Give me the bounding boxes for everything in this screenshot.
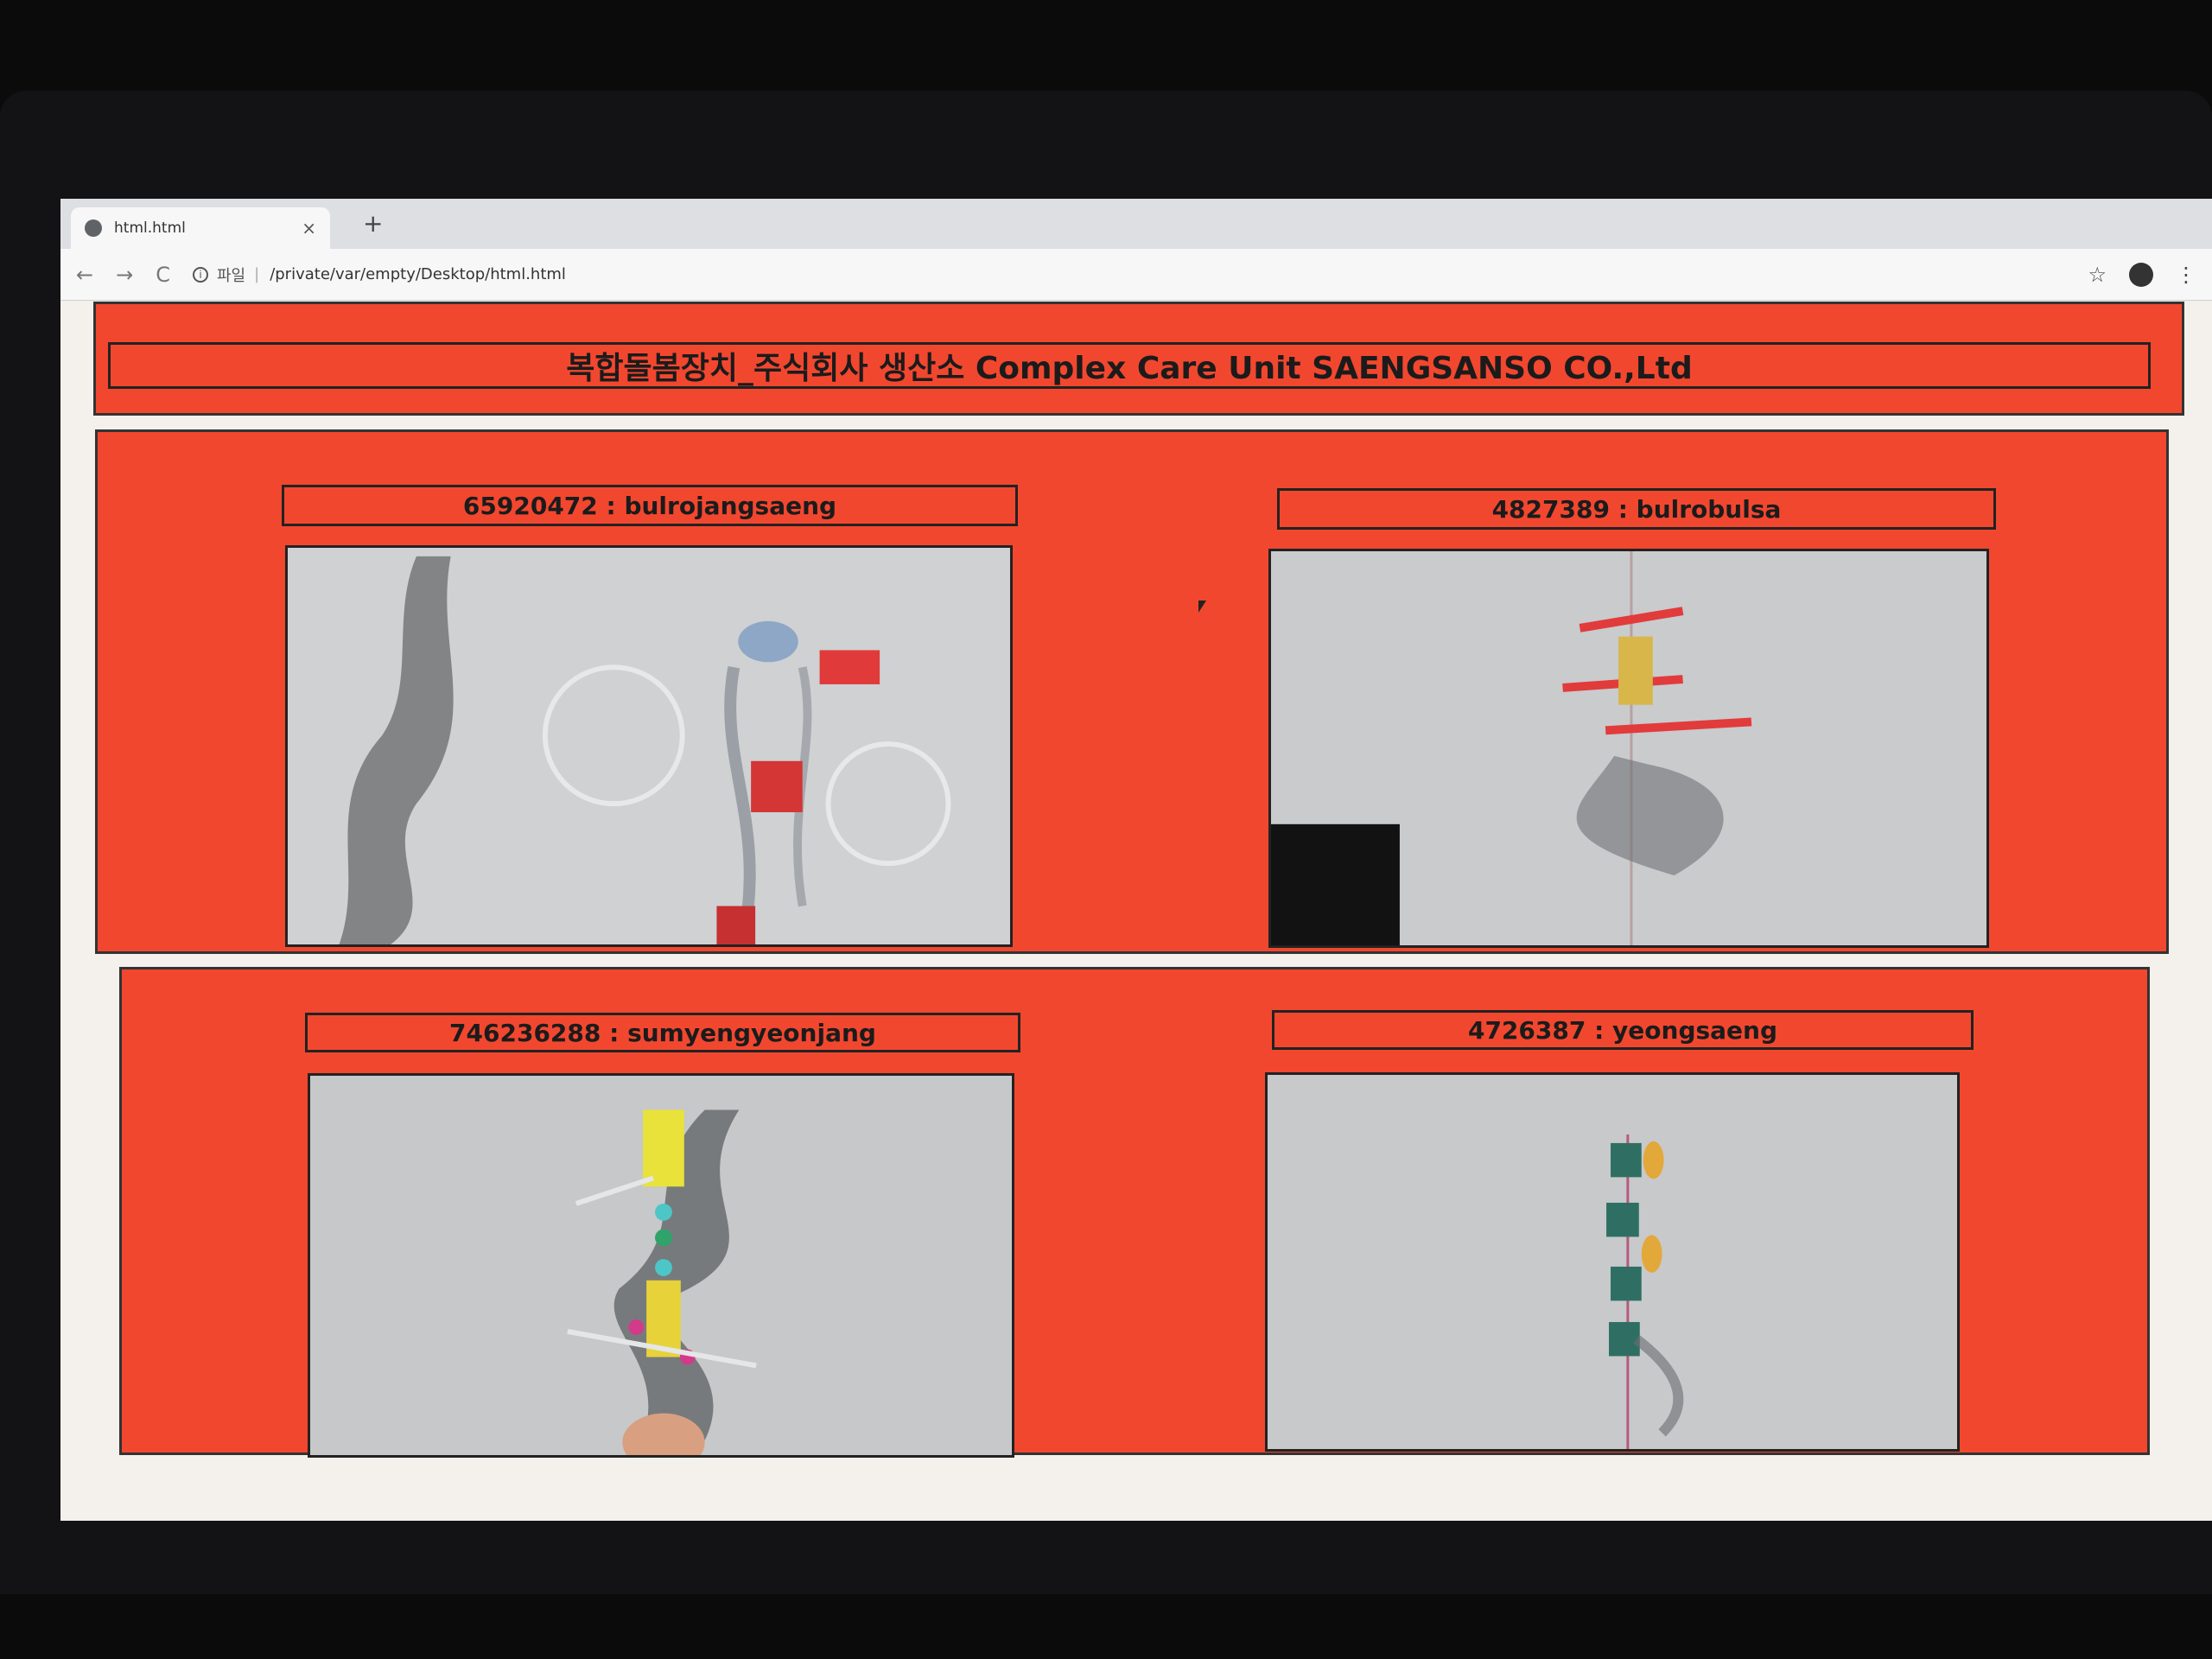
close-tab-icon[interactable]: ×	[302, 218, 316, 238]
address-separator: |	[254, 265, 260, 283]
item-caption-3: 746236288 : sumyengyeonjang	[305, 1013, 1020, 1052]
tab-strip: html.html × +	[60, 199, 2212, 249]
item-photo-4[interactable]	[1265, 1072, 1960, 1452]
page-title: 복합돌봄장치_주식회사 생산소 Complex Care Unit SAENGS…	[108, 342, 2151, 389]
header-box: 복합돌봄장치_주식회사 생산소 Complex Care Unit SAENGS…	[93, 302, 2184, 416]
item-caption-4: 4726387 : yeongsaeng	[1272, 1010, 1974, 1050]
browser-toolbar: ← → C i 파일 | /private/var/empty/Desktop/…	[60, 249, 2212, 301]
item-photo-3[interactable]	[308, 1073, 1014, 1458]
item-photo-1[interactable]	[285, 545, 1013, 947]
new-tab-button[interactable]: +	[363, 209, 383, 238]
page-content: 복합돌봄장치_주식회사 생산소 Complex Care Unit SAENGS…	[60, 302, 2212, 1521]
item-caption-1: 65920472 : bulrojangsaeng	[282, 485, 1018, 526]
reload-button[interactable]: C	[156, 263, 170, 287]
address-bar[interactable]: i 파일 | /private/var/empty/Desktop/html.h…	[192, 264, 566, 286]
info-icon[interactable]: i	[192, 266, 208, 283]
item-photo-2[interactable]	[1268, 549, 1989, 948]
address-scheme-label: 파일	[216, 266, 246, 285]
bookmark-star-icon[interactable]: ☆	[2088, 263, 2107, 287]
menu-icon[interactable]: ⋮	[2176, 263, 2196, 287]
tab-title: html.html	[114, 219, 186, 237]
browser-window: html.html × + ← → C i 파일 | /private/var/…	[60, 199, 2212, 1521]
item-caption-2: 4827389 : bulrobulsa	[1277, 488, 1996, 530]
back-button[interactable]: ←	[76, 263, 93, 287]
address-path[interactable]: /private/var/empty/Desktop/html.html	[270, 265, 566, 283]
globe-icon	[85, 219, 102, 237]
forward-button[interactable]: →	[116, 263, 133, 287]
tab-html[interactable]: html.html ×	[71, 207, 330, 249]
profile-avatar-icon[interactable]	[2129, 262, 2153, 287]
mouse-cursor-icon	[1198, 601, 1206, 613]
